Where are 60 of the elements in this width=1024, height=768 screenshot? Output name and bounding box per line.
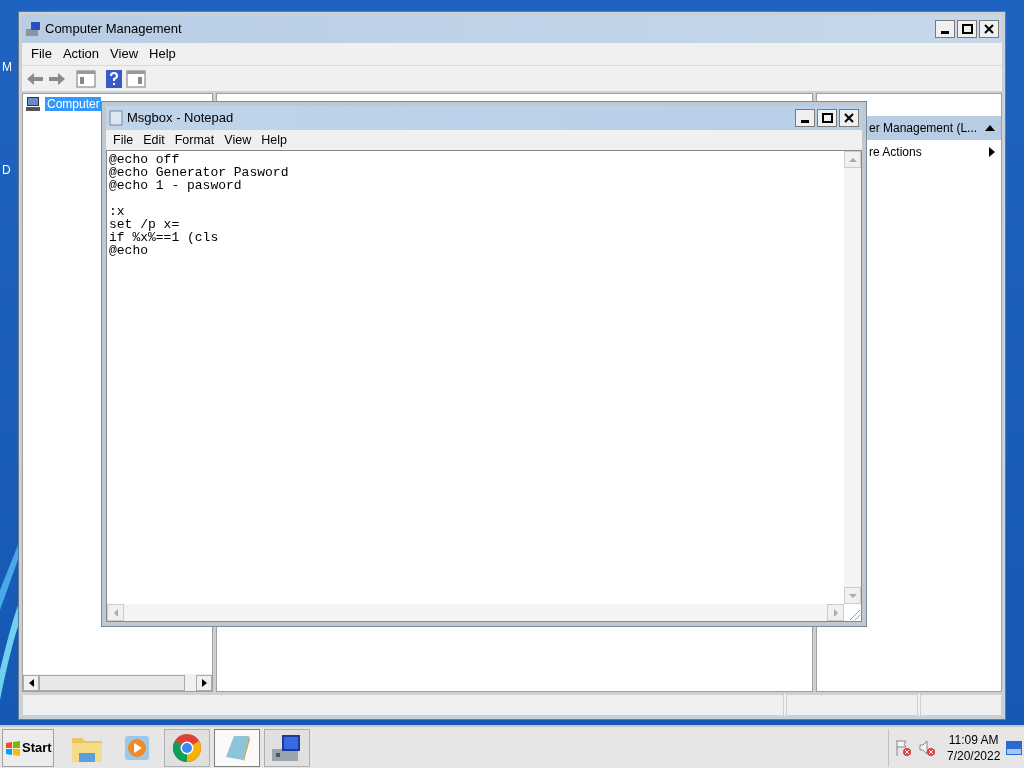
left-arrow-icon — [113, 608, 118, 617]
chrome-icon — [172, 732, 202, 763]
window-title: Computer Management — [45, 20, 182, 39]
computer-icon — [25, 96, 41, 112]
notepad-icon — [109, 110, 123, 126]
clock-time[interactable]: 11:09 AM — [948, 731, 999, 748]
menu-item[interactable]: Action — [57, 44, 105, 64]
desktop-icon-label[interactable]: M — [2, 58, 12, 76]
maximize-icon — [821, 113, 833, 123]
left-arrow-icon — [28, 678, 34, 687]
flag-error-icon[interactable] — [895, 738, 913, 757]
menu-item[interactable]: File — [26, 44, 57, 64]
vertical-scrollbar[interactable] — [844, 151, 861, 604]
taskbar-button[interactable] — [214, 728, 260, 767]
right-arrow-icon — [833, 608, 838, 617]
horizontal-scrollbar[interactable] — [23, 674, 212, 691]
computer-toolbox-icon — [25, 21, 41, 37]
up-arrow-icon — [848, 157, 857, 162]
menu-item[interactable]: Help — [256, 130, 292, 150]
minimize-button[interactable] — [935, 20, 955, 38]
collapse-arrow-icon — [985, 125, 995, 131]
actions-header[interactable]: er Management (L... — [867, 116, 1001, 140]
maximize-button[interactable] — [957, 20, 977, 38]
close-icon — [984, 24, 994, 34]
action-pane-icon[interactable] — [126, 69, 146, 88]
minimize-button[interactable] — [795, 109, 815, 127]
menu-item[interactable]: View — [105, 44, 144, 64]
media-player-icon — [123, 733, 151, 762]
back-arrow-icon[interactable] — [26, 71, 44, 86]
windows-logo-icon — [5, 739, 21, 756]
menu-item[interactable]: File — [108, 130, 139, 150]
close-button[interactable] — [839, 109, 859, 127]
scrollbar-thumb[interactable] — [39, 674, 185, 691]
close-button[interactable] — [979, 20, 999, 38]
desktop-icon-label[interactable]: D — [2, 161, 11, 179]
show-desktop-icon[interactable] — [1006, 740, 1023, 755]
menu-item[interactable]: Help — [144, 44, 181, 64]
taskbar-button[interactable] — [164, 728, 210, 767]
right-arrow-icon — [201, 678, 207, 687]
horizontal-scrollbar[interactable] — [107, 604, 844, 621]
down-arrow-icon — [848, 593, 857, 598]
console-tree-icon[interactable] — [76, 69, 96, 88]
minimize-icon — [801, 120, 809, 123]
help-icon[interactable] — [106, 69, 122, 88]
maximize-icon — [961, 24, 973, 34]
window-title: Msgbox - Notepad — [127, 109, 234, 128]
taskbar-button[interactable] — [264, 728, 310, 767]
minimize-icon — [941, 31, 949, 34]
menu-item[interactable]: Format — [169, 130, 220, 150]
forward-arrow-icon[interactable] — [48, 71, 66, 86]
actions-header-label: er Management (L... — [869, 120, 978, 137]
action-item[interactable]: re Actions — [869, 143, 922, 161]
start-button[interactable]: Start — [2, 728, 54, 767]
close-icon — [844, 113, 854, 123]
speaker-error-icon[interactable] — [919, 738, 937, 757]
submenu-arrow-icon — [989, 147, 995, 157]
maximize-button[interactable] — [817, 109, 837, 127]
clock-date[interactable]: 7/20/2022 — [947, 747, 1001, 764]
menu-item[interactable]: Edit — [138, 130, 170, 150]
menu-item[interactable]: View — [219, 130, 257, 150]
